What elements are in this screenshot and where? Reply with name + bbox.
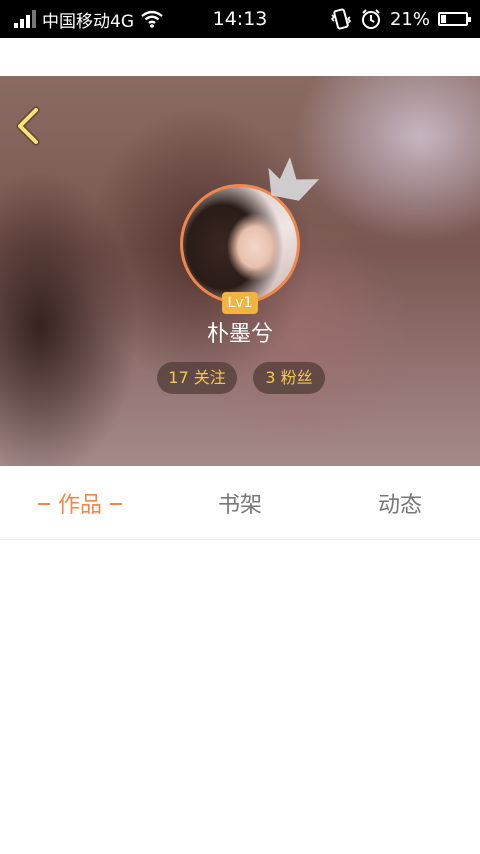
battery-percent: 21% [389, 8, 430, 30]
alarm-icon [361, 9, 380, 29]
level-badge: Lv1 [222, 292, 258, 314]
wifi-icon [141, 10, 163, 28]
tab-works[interactable]: 作品 [0, 466, 160, 540]
tab-active-dash-left [37, 503, 50, 505]
vibrate-icon [330, 8, 352, 30]
crown-icon [268, 156, 320, 201]
status-left: 中国移动4G [14, 0, 164, 38]
status-bar: 中国移动4G 14:13 21% [0, 0, 480, 38]
carrier-label: 中国移动4G [42, 11, 134, 32]
tab-works-label: 作品 [57, 493, 102, 518]
tab-feed-label: 动态 [377, 493, 422, 518]
top-strip [0, 38, 480, 76]
tab-bookshelf-label: 书架 [217, 493, 262, 518]
tab-bookshelf[interactable]: 书架 [160, 466, 320, 540]
following-count-button[interactable]: 17 关注 [157, 362, 237, 394]
tab-bar: 作品 书架 动态 [0, 466, 480, 540]
fans-count-button[interactable]: 3 粉丝 [253, 362, 325, 394]
tab-feed[interactable]: 动态 [320, 466, 480, 540]
status-right: 21% [330, 0, 471, 38]
signal-icon [14, 10, 36, 28]
back-button[interactable] [12, 106, 46, 146]
tab-content-area [0, 541, 480, 854]
avatar-wrap [180, 156, 320, 304]
battery-fill [441, 15, 446, 23]
username: 朴墨兮 [206, 322, 273, 347]
tab-active-dash-right [110, 503, 122, 505]
battery-icon [438, 12, 471, 26]
